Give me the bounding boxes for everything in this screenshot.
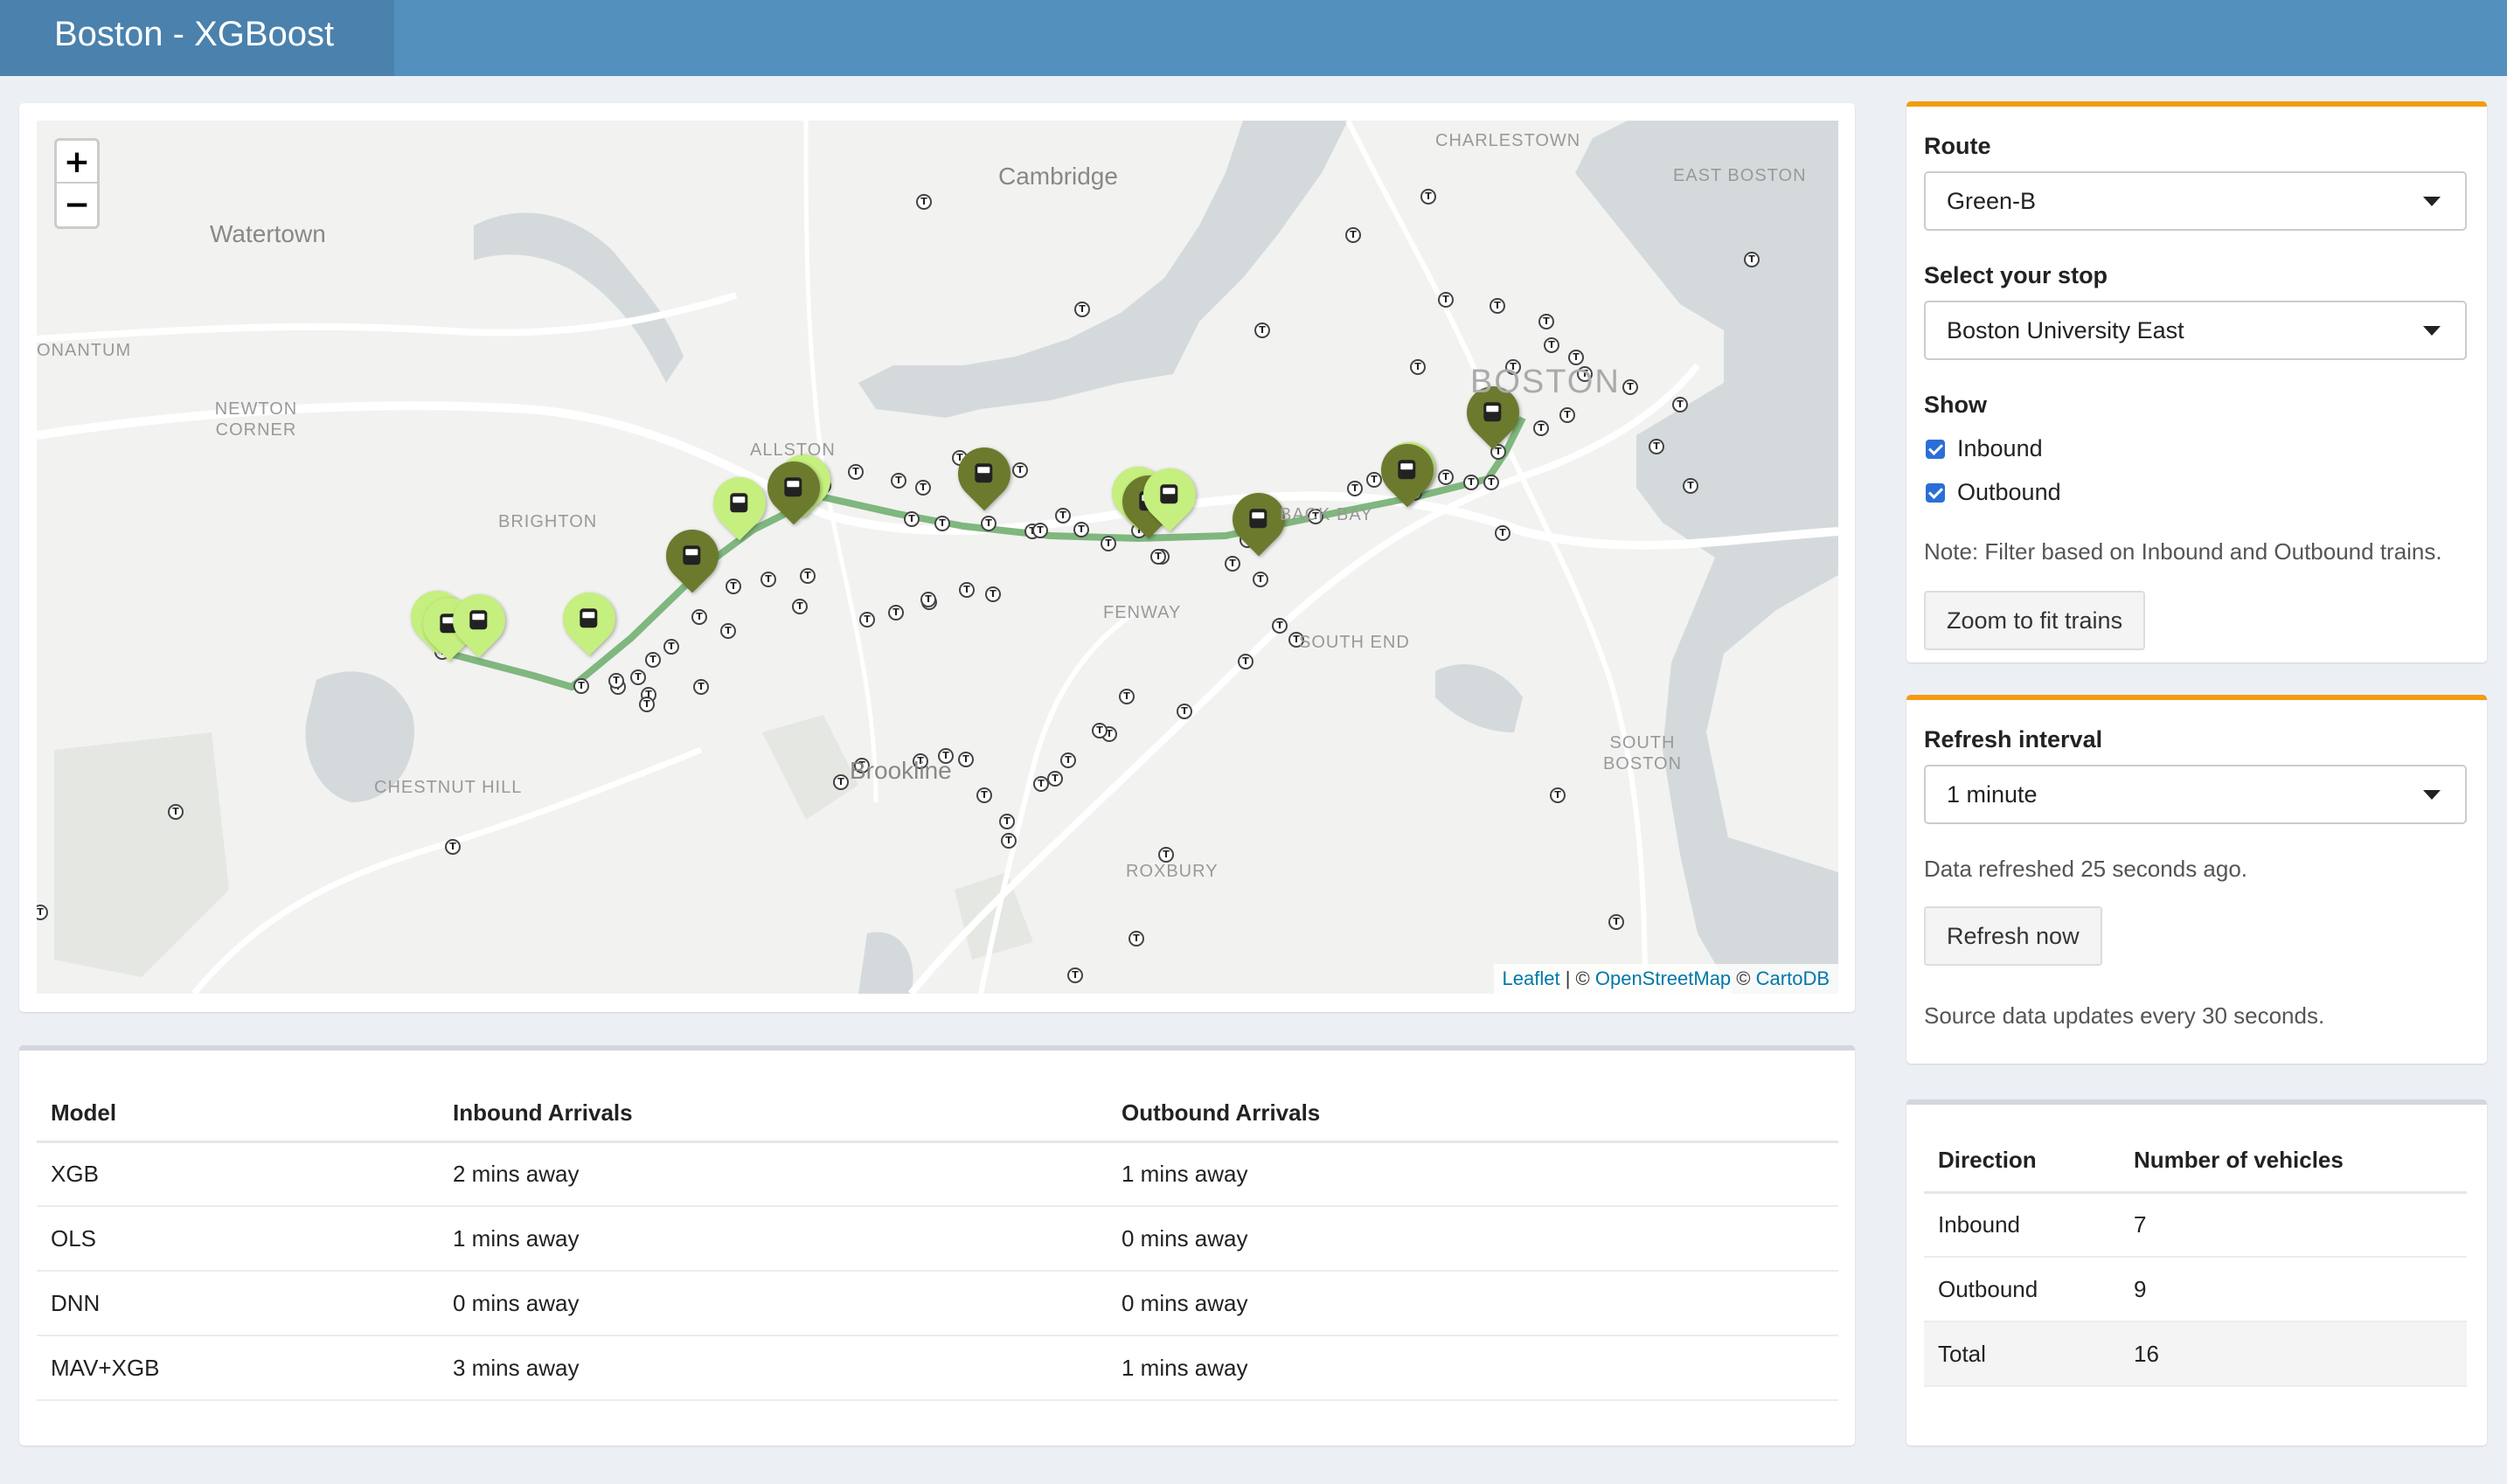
column-header: Outbound Arrivals (1108, 1085, 1838, 1143)
column-header: Model (37, 1085, 439, 1143)
model-cell: DNN (37, 1271, 439, 1336)
checkbox-checked-icon[interactable] (1926, 440, 1945, 459)
chevron-down-icon (2423, 326, 2441, 336)
inbound-cell: 0 mins away (439, 1271, 1108, 1336)
route-select[interactable]: Green-B (1924, 171, 2467, 231)
zoom-control: + − (54, 138, 100, 229)
map-label: FENWAY (1103, 603, 1182, 622)
show-label: Show (1924, 392, 1987, 418)
table-row: Inbound 7 (1924, 1192, 2467, 1258)
map-label: CHESTNUT HILL (374, 778, 523, 797)
table-row: OLS 1 mins away 0 mins away (37, 1206, 1838, 1272)
zoom-to-fit-button[interactable]: Zoom to fit trains (1924, 591, 2146, 650)
inbound-cell: 3 mins away (439, 1335, 1108, 1401)
map-label: ALLSTON (750, 440, 836, 460)
map-label: ROXBURY (1126, 862, 1219, 881)
attrib-sep: | © (1565, 967, 1590, 989)
map-view[interactable]: TTTTTTTTTTTTTTTTTTTTTTTTTTTTTTTTTTTTTTTT… (37, 121, 1838, 994)
osm-link[interactable]: OpenStreetMap (1595, 967, 1731, 989)
source-update-note: Source data updates every 30 seconds. (1924, 1002, 2325, 1029)
map-panel: TTTTTTTTTTTTTTTTTTTTTTTTTTTTTTTTTTTTTTTT… (19, 103, 1855, 1012)
stop-select[interactable]: Boston University East (1924, 301, 2467, 360)
outbound-cell: 0 mins away (1108, 1271, 1838, 1336)
column-header: Direction (1924, 1129, 2120, 1194)
inbound-checkbox[interactable]: Inbound (1926, 435, 2043, 462)
direction-cell: Total (1924, 1321, 2120, 1387)
chevron-down-icon (2423, 197, 2441, 206)
zoom-in-button[interactable]: + (57, 141, 97, 184)
direction-cell: Inbound (1924, 1192, 2120, 1258)
route-select-value: Green-B (1947, 188, 2037, 214)
count-cell: 16 (2120, 1321, 2467, 1387)
vehicle-count-panel: Direction Number of vehicles Inbound 7 O… (1906, 1099, 2487, 1446)
model-cell: OLS (37, 1206, 439, 1272)
map-label: Brookline (850, 757, 952, 784)
map-label: EAST BOSTON (1673, 166, 1807, 185)
cartodb-link[interactable]: CartoDB (1756, 967, 1830, 989)
table-row: Outbound 9 (1924, 1257, 2467, 1322)
direction-cell: Outbound (1924, 1257, 2120, 1322)
inbound-cell: 1 mins away (439, 1206, 1108, 1272)
table-row: MAV+XGB 3 mins away 1 mins away (37, 1335, 1838, 1401)
checkbox-checked-icon[interactable] (1926, 483, 1945, 503)
vehicle-count-table: Direction Number of vehicles Inbound 7 O… (1924, 1129, 2467, 1387)
outbound-cell: 1 mins away (1108, 1335, 1838, 1401)
refresh-panel: Refresh interval 1 minute Data refreshed… (1906, 695, 2487, 1064)
map-label: Watertown (210, 220, 326, 247)
map-label: BRIGHTON (498, 512, 598, 531)
refresh-now-button[interactable]: Refresh now (1924, 906, 2102, 966)
refresh-status: Data refreshed 25 seconds ago. (1924, 856, 2248, 882)
outbound-checkbox[interactable]: Outbound (1926, 479, 2061, 506)
stop-label: Select your stop (1924, 262, 2108, 288)
map-label: NEWTON CORNER (214, 399, 298, 440)
column-header: Number of vehicles (2120, 1129, 2467, 1194)
refresh-interval-select[interactable]: 1 minute (1924, 765, 2467, 824)
table-header-row: Direction Number of vehicles (1924, 1129, 2467, 1194)
refresh-interval-label: Refresh interval (1924, 726, 2103, 752)
inbound-cell: 2 mins away (439, 1141, 1108, 1207)
stop-select-value: Boston University East (1947, 317, 2184, 343)
model-cell: XGB (37, 1141, 439, 1207)
table-row: XGB 2 mins away 1 mins away (37, 1141, 1838, 1207)
count-cell: 9 (2120, 1257, 2467, 1322)
table-row-total: Total 16 (1924, 1321, 2467, 1387)
model-cell: MAV+XGB (37, 1335, 439, 1401)
map-labels: Cambridge Watertown CHARLESTOWN EAST BOS… (37, 121, 1838, 994)
chevron-down-icon (2423, 790, 2441, 800)
arrivals-table: Model Inbound Arrivals Outbound Arrivals… (37, 1085, 1838, 1401)
outbound-cell: 0 mins away (1108, 1206, 1838, 1272)
outbound-cell: 1 mins away (1108, 1141, 1838, 1207)
column-header: Inbound Arrivals (439, 1085, 1108, 1143)
top-header: Boston - XGBoost (0, 0, 2507, 76)
map-label: CHARLESTOWN (1435, 131, 1581, 150)
refresh-interval-value: 1 minute (1947, 781, 2038, 808)
map-label: BACK BAY (1280, 505, 1373, 524)
count-cell: 7 (2120, 1192, 2467, 1258)
attrib-sep: © (1736, 967, 1751, 989)
arrivals-panel: Model Inbound Arrivals Outbound Arrivals… (19, 1045, 1855, 1446)
map-attribution: Leaflet | © OpenStreetMap © CartoDB (1493, 964, 1838, 994)
controls-panel: Route Green-B Select your stop Boston Un… (1906, 101, 2487, 662)
app-title: Boston - XGBoost (0, 0, 394, 76)
map-label: BOSTON (1470, 364, 1621, 400)
map-label: ONANTUM (37, 341, 132, 360)
map-label: SOUTH BOSTON (1602, 733, 1683, 773)
outbound-checkbox-label: Outbound (1957, 479, 2061, 505)
map-label: SOUTH END (1299, 633, 1410, 652)
filter-note: Note: Filter based on Inbound and Outbou… (1924, 538, 2442, 565)
inbound-checkbox-label: Inbound (1957, 435, 2043, 461)
leaflet-link[interactable]: Leaflet (1503, 967, 1560, 989)
table-header-row: Model Inbound Arrivals Outbound Arrivals (37, 1085, 1838, 1143)
map-label: Cambridge (998, 163, 1118, 190)
zoom-out-button[interactable]: − (57, 184, 97, 226)
table-row: DNN 0 mins away 0 mins away (37, 1271, 1838, 1336)
route-label: Route (1924, 133, 1991, 159)
